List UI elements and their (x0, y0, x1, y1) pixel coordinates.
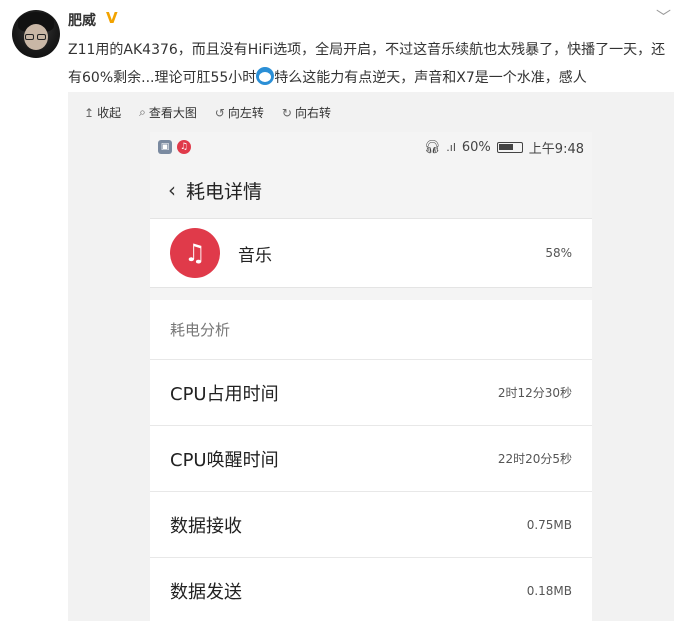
stat-value: 2时12分30秒 (497, 386, 572, 400)
stat-value: 22时20分5秒 (497, 452, 572, 466)
rotate-left-label: 向左转 (227, 106, 264, 120)
back-arrow-icon[interactable]: ‹ (168, 178, 176, 202)
stat-label: 数据接收 (170, 515, 242, 537)
stat-row-cpu-usage: CPU占用时间 2时12分30秒 (150, 360, 592, 426)
media-viewer: ↥ 收起 ⌕ 查看大图 ↺ 向左转 ↻ 向右转 ▣ ♫ 🎧︎ .ıl 60% 上… (68, 92, 674, 621)
app-usage-percent: 58% (545, 246, 572, 260)
phone-screenshot[interactable]: ▣ ♫ 🎧︎ .ıl 60% 上午9:48 ‹ 耗电详情 ♫ 音乐 58% 耗电… (150, 132, 592, 621)
search-icon: ⌕ (139, 105, 146, 119)
page-header: ‹ 耗电详情 (150, 162, 592, 218)
view-large-button[interactable]: ⌕ 查看大图 (139, 104, 197, 121)
image-toolbar: ↥ 收起 ⌕ 查看大图 ↺ 向左转 ↻ 向右转 (84, 104, 331, 121)
status-bar: ▣ ♫ 🎧︎ .ıl 60% 上午9:48 (150, 132, 592, 162)
view-large-label: 查看大图 (148, 106, 197, 120)
headphones-icon: 🎧︎ (423, 139, 441, 155)
collapse-label: 收起 (97, 106, 122, 120)
collapse-icon: ↥ (84, 105, 95, 120)
signal-icon: .ıl (446, 140, 456, 154)
app-name: 音乐 (238, 245, 272, 266)
section-title: 耗电分析 (150, 300, 592, 360)
stat-label: CPU唤醒时间 (170, 449, 279, 471)
stat-label: CPU占用时间 (170, 383, 279, 405)
user-name[interactable]: 肥威 (68, 10, 96, 30)
power-analysis-panel: 耗电分析 CPU占用时间 2时12分30秒 CPU唤醒时间 22时20分5秒 数… (150, 300, 592, 621)
stat-value: 0.75MB (526, 517, 572, 532)
rotate-left-icon: ↺ (214, 105, 225, 120)
music-app-icon: ♫ (170, 228, 220, 278)
clock: 上午9:48 (528, 141, 584, 157)
rotate-right-icon: ↻ (281, 105, 292, 120)
post-text-part-2: 特么这能力有点逆天，声音和X7是一个水准，感人 (274, 70, 587, 86)
doraemon-emoji-icon (256, 67, 275, 85)
stat-label: 数据发送 (170, 581, 242, 603)
weibo-post: 肥威 V ﹀ Z11用的AK4376，而且没有HiFi选项，全局开启，不过这音乐… (0, 0, 689, 621)
battery-percent: 60% (461, 139, 491, 155)
stat-value: 0.18MB (526, 583, 572, 598)
stat-row-cpu-wake: CPU唤醒时间 22时20分5秒 (150, 426, 592, 492)
stat-row-data-received: 数据接收 0.75MB (150, 492, 592, 558)
battery-icon (496, 141, 523, 153)
app-usage-row: ♫ 音乐 58% (150, 218, 592, 288)
page-title: 耗电详情 (186, 180, 263, 203)
collapse-button[interactable]: ↥ 收起 (84, 104, 121, 121)
stat-row-data-sent: 数据发送 0.18MB (150, 558, 592, 621)
notification-app-icon: ▣ (158, 140, 172, 154)
rotate-right-label: 向右转 (294, 106, 331, 120)
rotate-right-button[interactable]: ↻ 向右转 (282, 104, 331, 121)
chevron-down-icon[interactable]: ﹀ (656, 6, 671, 27)
avatar[interactable] (12, 10, 60, 58)
verified-v-icon: V (106, 9, 118, 27)
post-text: Z11用的AK4376，而且没有HiFi选项，全局开启，不过这音乐续航也太残暴了… (68, 36, 668, 92)
music-notification-icon: ♫ (177, 140, 191, 154)
rotate-left-button[interactable]: ↺ 向左转 (215, 104, 264, 121)
